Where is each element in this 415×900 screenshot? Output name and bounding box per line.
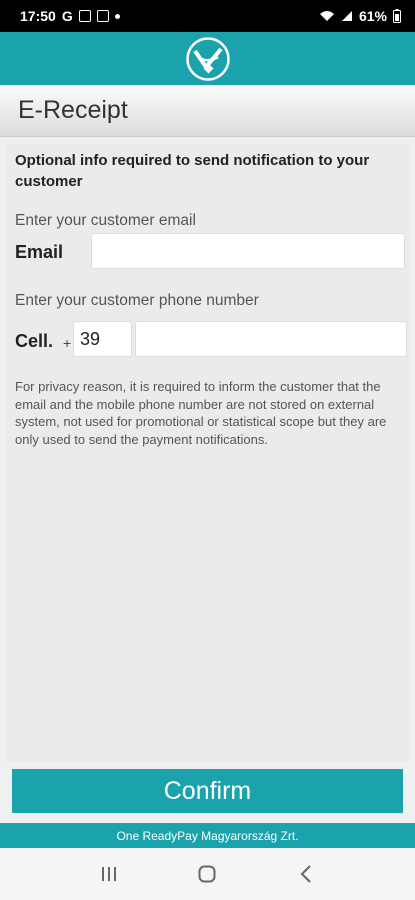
back-icon (300, 865, 311, 883)
phone-hint: Enter your customer phone number (15, 292, 259, 309)
image-icon (78, 10, 91, 22)
country-code-field[interactable] (73, 321, 132, 357)
footer-company: One ReadyPay Magyarország Zrt. (0, 823, 415, 848)
back-button[interactable] (291, 859, 321, 889)
form-panel: Optional info required to send notificat… (5, 144, 410, 762)
email-hint: Enter your customer email (15, 212, 196, 229)
home-icon (198, 865, 216, 883)
battery-icon (393, 9, 401, 23)
recent-apps-icon (102, 867, 117, 881)
privacy-notice: For privacy reason, it is required to in… (15, 379, 387, 447)
app-logo-icon (185, 36, 230, 81)
confirm-button[interactable]: Confirm (12, 769, 403, 813)
status-bar: 17:50 G 61% (0, 0, 415, 32)
status-left: 17:50 G (20, 8, 120, 24)
page-title: E-Receipt (18, 96, 128, 124)
signal-icon (341, 11, 352, 21)
email-field[interactable] (91, 233, 405, 269)
home-button[interactable] (192, 859, 222, 889)
cell-label: Cell. (15, 331, 54, 351)
notification-dot-icon (114, 13, 120, 19)
system-nav-bar (0, 848, 415, 900)
status-time: 17:50 (20, 8, 56, 24)
app-header (0, 32, 415, 85)
calendar-check-icon (96, 10, 109, 22)
plus-sign: + (63, 335, 72, 351)
status-right: 61% (319, 8, 401, 24)
email-label: Email (15, 242, 64, 262)
phone-number-field[interactable] (135, 321, 407, 357)
google-icon: G (61, 8, 73, 24)
recent-apps-button[interactable] (94, 859, 124, 889)
title-bar: E-Receipt (0, 85, 415, 137)
intro-text: Optional info required to send notificat… (15, 152, 370, 190)
wifi-icon (319, 11, 334, 21)
battery-percent: 61% (358, 8, 387, 24)
